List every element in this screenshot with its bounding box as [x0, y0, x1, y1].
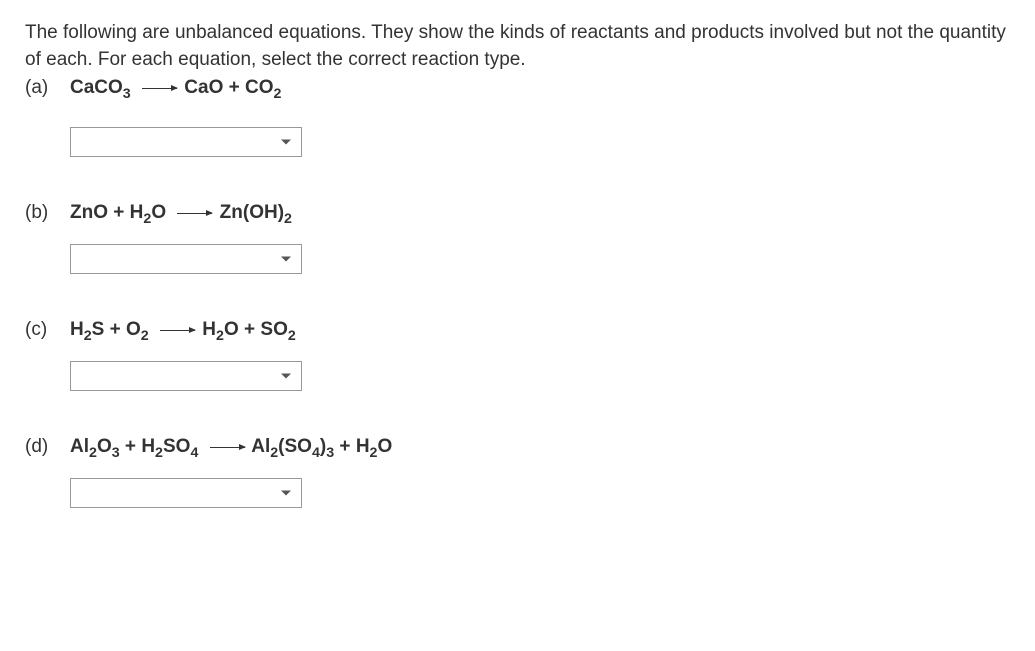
- reaction-type-select-b[interactable]: [70, 244, 302, 274]
- label-a: (a): [25, 77, 70, 99]
- equation-b: ZnO + H2O Zn(OH)2: [70, 202, 292, 224]
- arrow-icon: [160, 330, 195, 331]
- arrow-icon: [142, 88, 177, 89]
- chevron-down-icon: [281, 491, 291, 496]
- equation-d: Al2O3 + H2SO4 Al2(SO4)3 + H2O: [70, 436, 392, 458]
- equation-c: H2S + O2 H2O + SO2: [70, 319, 296, 341]
- intro-text: The following are unbalanced equations. …: [25, 20, 1010, 73]
- chevron-down-icon: [281, 374, 291, 379]
- label-b: (b): [25, 202, 70, 224]
- chevron-down-icon: [281, 140, 291, 145]
- reaction-type-select-c[interactable]: [70, 361, 302, 391]
- arrow-icon: [177, 213, 212, 214]
- label-d: (d): [25, 436, 70, 458]
- reaction-type-select-a[interactable]: [70, 127, 302, 157]
- reaction-type-select-d[interactable]: [70, 478, 302, 508]
- question-a: (a) CaCO3 CaO + CO2: [25, 77, 1010, 157]
- question-b: (b) ZnO + H2O Zn(OH)2: [25, 202, 1010, 274]
- chevron-down-icon: [281, 257, 291, 262]
- question-c: (c) H2S + O2 H2O + SO2: [25, 319, 1010, 391]
- question-d: (d) Al2O3 + H2SO4 Al2(SO4)3 + H2O: [25, 436, 1010, 508]
- arrow-icon: [210, 447, 245, 448]
- equation-a: CaCO3 CaO + CO2: [70, 77, 281, 99]
- label-c: (c): [25, 319, 70, 341]
